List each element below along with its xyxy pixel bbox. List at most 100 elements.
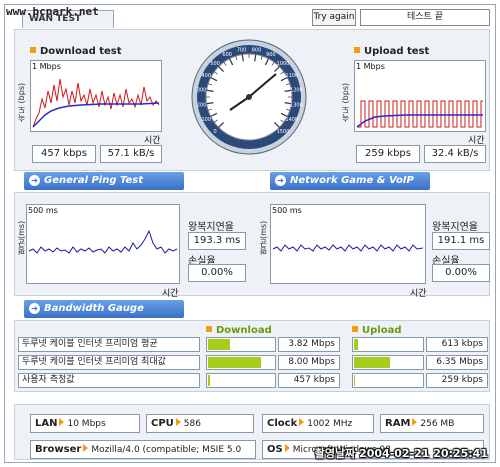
speedometer-tick-label: 1300 xyxy=(290,103,303,109)
bandwidth-download-title: Download xyxy=(206,325,272,336)
gauge-fill xyxy=(208,339,231,350)
speedometer-tick-label: 200 xyxy=(197,103,207,109)
os-label: OS xyxy=(267,444,283,455)
speedometer-dial: 0100 200 300 400 500600 700 800 9001000 1100 1200… xyxy=(191,39,307,155)
upload-speed-kbps: 259 kbps xyxy=(356,145,420,163)
speedometer-tick-label: 1200 xyxy=(290,87,303,93)
speedometer-tick-label: 0 xyxy=(213,129,216,135)
ping-rtt-label: 왕복지연율 xyxy=(188,222,234,233)
speedometer-tick-label: 400 xyxy=(201,73,211,79)
triangle-icon xyxy=(284,444,290,452)
triangle-icon xyxy=(59,418,65,426)
bullet-icon xyxy=(206,326,212,332)
speedometer-tick-label: 600 xyxy=(222,52,232,58)
speedometer-hub xyxy=(246,94,252,100)
game-loss-value: 0.00% xyxy=(432,264,490,282)
bandwidth-gauge-label: Bandwidth Gauge xyxy=(44,303,144,314)
try-again-button[interactable]: Try again xyxy=(312,9,356,26)
download-chart-plot xyxy=(32,78,160,128)
download-test-title: Download test xyxy=(30,46,122,57)
triangle-icon xyxy=(83,444,89,452)
lan-label: LAN xyxy=(35,418,58,429)
clock-info: Clock 1002 MHz xyxy=(262,414,374,433)
ping-chart xyxy=(26,204,180,284)
game-time-label: 시간 xyxy=(410,289,427,299)
browser-value: Mozilla/4.0 (compatible; MSIE 5.0 xyxy=(91,445,242,455)
download-axis-label: 속도 (bps) xyxy=(17,82,26,122)
ram-info: RAM 256 MB xyxy=(380,414,484,433)
cpu-label: CPU xyxy=(151,418,174,429)
browser-label: Browser xyxy=(35,444,82,455)
clock-value: 1002 MHz xyxy=(307,419,353,429)
upload-series-line xyxy=(357,100,483,128)
bandwidth-download-value: 8.00 Mbps xyxy=(278,355,340,370)
general-ping-test-label: General Ping Test xyxy=(44,175,144,186)
triangle-icon xyxy=(412,418,418,426)
photo-timestamp: 촬영날짜 2004-02-21 20:25:41 xyxy=(314,447,488,460)
bandwidth-upload-title: Upload xyxy=(352,325,401,336)
lan-value: 10 Mbps xyxy=(67,419,106,429)
gauge-fill xyxy=(354,357,391,368)
bullet-icon xyxy=(354,47,360,53)
speedometer-tick-label: 700 xyxy=(237,48,247,54)
cpu-info: CPU 586 xyxy=(146,414,254,433)
game-voip-test-header[interactable]: ➔Network Game & VoIP Test xyxy=(270,172,430,204)
bullet-icon xyxy=(352,326,358,332)
game-chart xyxy=(270,204,426,284)
speedometer: 0 100 200 300 400 500 600 700 800 900 1000 1100 1200… xyxy=(190,38,308,156)
bandwidth-upload-value: 613 kbps xyxy=(426,337,488,352)
ping-time-label: 시간 xyxy=(162,289,179,299)
ping-chart-plot xyxy=(28,229,178,254)
upload-average-line xyxy=(356,114,483,128)
game-axis-label: 평균(ms) xyxy=(259,220,268,255)
test-status-field: 테스트 끝 xyxy=(360,9,490,26)
bandwidth-upload-gauge xyxy=(352,373,424,388)
bandwidth-download-label: Download xyxy=(216,325,272,336)
bandwidth-download-gauge xyxy=(206,355,276,370)
ping-series-line xyxy=(28,229,178,254)
bandwidth-row-label: 두루넷 케이블 인터넷 프리미엄 평균 xyxy=(18,337,200,352)
triangle-icon xyxy=(299,418,305,426)
clock-label: Clock xyxy=(267,418,298,429)
upload-test-title: Upload test xyxy=(354,46,429,57)
bandwidth-gauge-header[interactable]: ➔ Bandwidth Gauge xyxy=(24,300,184,318)
bandwidth-download-gauge xyxy=(206,373,276,388)
arrow-right-icon: ➔ xyxy=(29,175,40,186)
browser-info: Browser Mozilla/4.0 (compatible; MSIE 5.0 xyxy=(30,440,256,459)
gauge-fill xyxy=(354,339,358,350)
gauge-fill xyxy=(208,375,211,386)
bandwidth-download-value: 457 kbps xyxy=(278,373,340,388)
upload-test-label: Upload test xyxy=(364,46,430,57)
download-speed-kbs: 57.1 kB/s xyxy=(100,145,162,163)
bandwidth-upload-gauge xyxy=(352,355,424,370)
upload-axis-label: 속도 (bps) xyxy=(341,82,350,122)
bandwidth-upload-value: 6.35 Mbps xyxy=(426,355,488,370)
speedometer-tick-label: 800 xyxy=(252,48,262,54)
bandwidth-row-label: 사용자 측정값 xyxy=(18,373,200,388)
speedometer-tick-label: 100 xyxy=(201,117,211,123)
game-scale-label: 500 ms xyxy=(272,206,302,215)
upload-chart-plot xyxy=(356,100,483,128)
ping-loss-value: 0.00% xyxy=(188,264,246,282)
download-average-line xyxy=(32,102,160,128)
lan-info: LAN 10 Mbps xyxy=(30,414,140,433)
ram-label: RAM xyxy=(385,418,411,429)
download-speed-kbps: 457 kbps xyxy=(32,145,96,163)
bandwidth-upload-value: 259 kbps xyxy=(426,373,488,388)
gauge-fill xyxy=(208,357,262,368)
bandwidth-row-label: 두루넷 케이블 인터넷 프리미엄 최대값 xyxy=(18,355,200,370)
download-test-label: Download test xyxy=(40,46,122,57)
game-rtt-value: 191.1 ms xyxy=(432,232,490,250)
bandwidth-upload-label: Upload xyxy=(362,325,402,336)
arrow-right-icon: ➔ xyxy=(29,303,40,314)
speedometer-tick-label: 500 xyxy=(210,61,220,67)
bandwidth-download-gauge xyxy=(206,337,276,352)
speedometer-tick-label: 300 xyxy=(197,87,207,93)
download-series-line xyxy=(32,78,160,128)
speedometer-tick-label: 1400 xyxy=(285,117,298,123)
game-series-line xyxy=(272,244,424,252)
general-ping-test-header[interactable]: ➔ General Ping Test xyxy=(24,172,184,190)
gauge-fill xyxy=(354,375,356,386)
game-chart-plot xyxy=(272,244,424,252)
upload-speed-kbs: 32.4 kB/s xyxy=(424,145,486,163)
